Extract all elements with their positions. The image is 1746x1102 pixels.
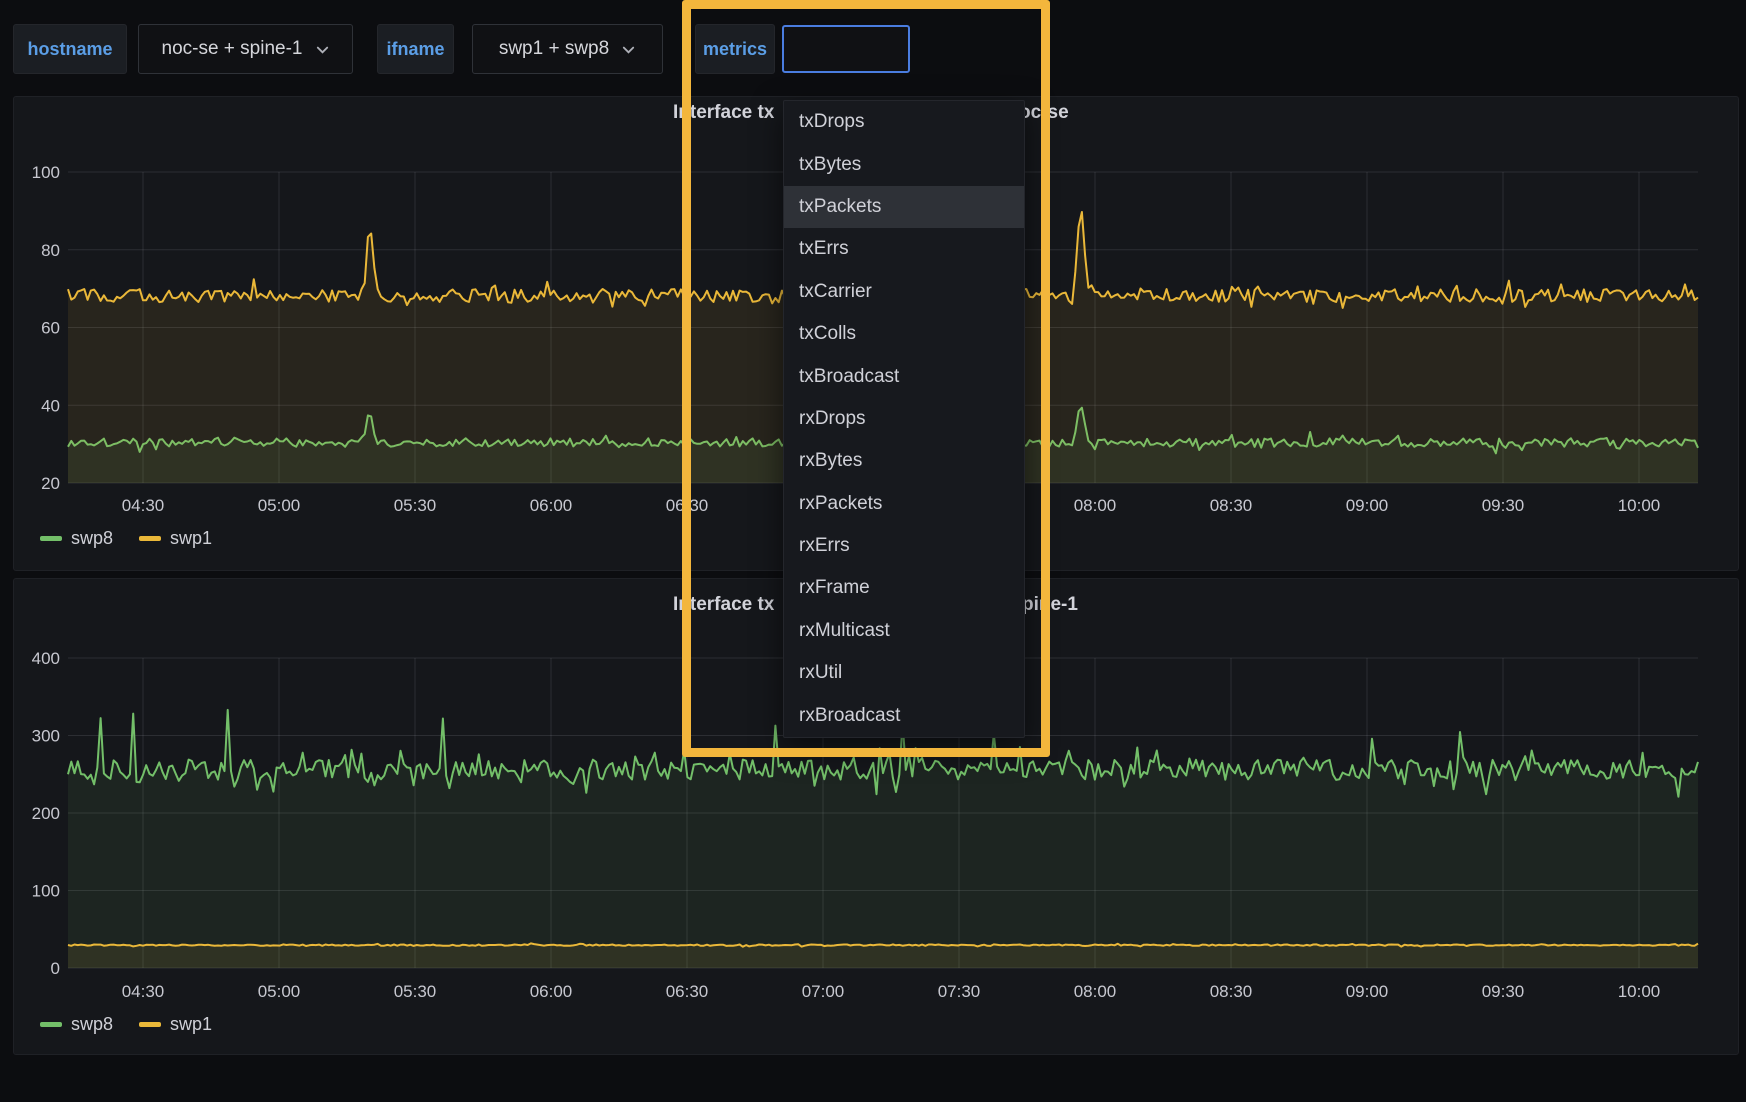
hostname-variable-value: noc-se + spine-1 [162,38,303,60]
legend-label: swp1 [170,1014,212,1035]
legend-label: swp8 [71,1014,113,1035]
dropdown-item-txErrs[interactable]: txErrs [784,228,1024,270]
panel-title-top-right-fragment[interactable]: oc-se [1019,102,1069,124]
legend-bottom-chart: swp8 swp1 [40,1014,212,1035]
dropdown-item-rxPackets[interactable]: rxPackets [784,483,1024,525]
legend-swatch [40,536,62,541]
hostname-variable-label: hostname [13,24,127,74]
legend-item-swp8[interactable]: swp8 [40,528,113,549]
dropdown-item-txPackets[interactable]: txPackets [784,186,1024,228]
hostname-variable-select[interactable]: noc-se + spine-1 [138,24,353,74]
grafana-dashboard: hostname noc-se + spine-1 ifname swp1 + … [0,0,1746,1102]
dropdown-item-rxUtil[interactable]: rxUtil [784,652,1024,694]
dropdown-item-rxErrs[interactable]: rxErrs [784,525,1024,567]
chevron-down-icon [621,42,636,57]
panel-title-top-left-fragment[interactable]: Interface tx [673,102,774,124]
ifname-variable-select[interactable]: swp1 + swp8 [472,24,663,74]
legend-label: swp8 [71,528,113,549]
dropdown-item-rxBroadcast[interactable]: rxBroadcast [784,694,1024,736]
legend-swatch [139,536,161,541]
dropdown-item-rxDrops[interactable]: rxDrops [784,398,1024,440]
legend-top-chart: swp8 swp1 [40,528,212,549]
legend-item-swp1[interactable]: swp1 [139,1014,212,1035]
chevron-down-icon [315,42,330,57]
legend-item-swp1[interactable]: swp1 [139,528,212,549]
dropdown-item-txBroadcast[interactable]: txBroadcast [784,355,1024,397]
metrics-variable-input[interactable] [782,25,910,73]
dropdown-item-txBytes[interactable]: txBytes [784,143,1024,185]
legend-item-swp8[interactable]: swp8 [40,1014,113,1035]
dropdown-item-rxFrame[interactable]: rxFrame [784,567,1024,609]
dropdown-item-rxMulticast[interactable]: rxMulticast [784,610,1024,652]
panel-title-bottom-right-fragment[interactable]: pine-1 [1022,594,1078,616]
dropdown-item-txColls[interactable]: txColls [784,313,1024,355]
metrics-dropdown-menu: txDropstxBytestxPacketstxErrstxCarriertx… [783,100,1025,738]
ifname-variable-label: ifname [377,24,454,74]
legend-swatch [139,1022,161,1027]
dropdown-item-rxBytes[interactable]: rxBytes [784,440,1024,482]
ifname-variable-value: swp1 + swp8 [499,38,609,60]
metrics-variable-label: metrics [695,24,775,74]
legend-swatch [40,1022,62,1027]
dropdown-item-txDrops[interactable]: txDrops [784,101,1024,143]
legend-label: swp1 [170,528,212,549]
panel-title-bottom-left-fragment[interactable]: Interface tx [673,594,774,616]
dropdown-item-txCarrier[interactable]: txCarrier [784,271,1024,313]
